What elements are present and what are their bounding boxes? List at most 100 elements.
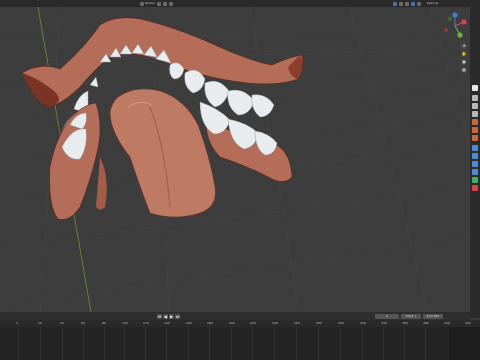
frame-gridline [383, 327, 384, 360]
frame-gridline [340, 327, 341, 360]
frame-gridline [425, 327, 426, 360]
start-value: 1 [414, 313, 417, 318]
frame-gridline [166, 327, 167, 360]
3d-viewport[interactable]: ⊕ ✋ ▣ ▦ [0, 7, 470, 318]
physics-tab[interactable] [472, 161, 478, 167]
orientation-icon [140, 1, 144, 6]
ruler-tick: 100 [122, 321, 128, 325]
jump-start-button[interactable]: ⏮ [157, 313, 162, 319]
constraints-tab[interactable] [472, 169, 478, 175]
hand-icon: ✋ [461, 51, 467, 56]
scene-tab[interactable] [472, 119, 478, 125]
ruler-tick: 380 [423, 321, 429, 325]
ruler-tick: 260 [294, 321, 300, 325]
xray-toggle[interactable] [398, 1, 403, 6]
playback-controls: ⏮ ◀ ▶ ⏭ 0 Start 1 End 250 [0, 312, 470, 320]
timeline-ruler[interactable]: 0 20 40 60 80 100 120 140 160 180 200 22… [0, 320, 480, 327]
frame-gridline [274, 327, 275, 360]
xray-icon [398, 1, 403, 6]
timeline-end-region [449, 327, 480, 360]
snap-toggle[interactable] [162, 1, 167, 6]
frame-gridline [40, 327, 41, 360]
navigation-gizmo[interactable] [440, 11, 470, 41]
current-frame-value: 0 [386, 313, 388, 318]
current-frame-field[interactable]: 0 [375, 313, 399, 319]
frame-gridline [318, 327, 319, 360]
start-label: Start [405, 313, 414, 318]
proportional-icon [168, 1, 173, 6]
options-dropdown[interactable]: Options [427, 1, 439, 6]
ruler-tick: 20 [38, 321, 42, 325]
frame-gridline [104, 327, 105, 360]
ruler-tick: 140 [164, 321, 170, 325]
end-frame-field[interactable]: End 250 [423, 313, 443, 319]
material-tab[interactable] [472, 185, 478, 191]
viewport-header: Global Options [0, 0, 480, 7]
frame-gridline [124, 327, 125, 360]
ruler-tick: 400 [444, 321, 450, 325]
frame-gridline [362, 327, 363, 360]
shading-solid-button[interactable] [404, 1, 409, 6]
proportional-edit-toggle[interactable] [168, 1, 173, 6]
pan-button[interactable]: ✋ [461, 51, 467, 57]
data-tab[interactable] [472, 177, 478, 183]
ruler-tick: 360 [402, 321, 408, 325]
play-reverse-button[interactable]: ◀ [163, 313, 168, 319]
frame-gridline [83, 327, 84, 360]
overlay-toggle[interactable] [392, 1, 397, 6]
zoom-button[interactable]: ⊕ [461, 43, 467, 49]
modifiers-tab[interactable] [472, 145, 478, 151]
particles-tab[interactable] [472, 153, 478, 159]
view-layer-tab[interactable] [472, 111, 478, 117]
orientation-label: Global [145, 1, 155, 5]
frame-gridline [145, 327, 146, 360]
frame-gridline [18, 327, 19, 360]
play-reverse-icon: ◀ [163, 313, 168, 319]
ruler-tick: 180 [207, 321, 213, 325]
overlay-icon [392, 1, 397, 6]
magnet-icon [162, 1, 167, 6]
world-tab[interactable] [472, 127, 478, 133]
transform-orientation-dropdown[interactable]: Global [140, 1, 155, 6]
play-icon: ▶ [169, 313, 174, 319]
render-tab[interactable] [472, 95, 478, 101]
ruler-tick: 200 [229, 321, 235, 325]
jump-end-icon: ⏭ [175, 313, 180, 319]
frame-gridline [188, 327, 189, 360]
frame-gridline [296, 327, 297, 360]
frame-gridline [62, 327, 63, 360]
ortho-toggle-button[interactable]: ▦ [461, 67, 467, 73]
material-shading-icon [410, 1, 415, 6]
ruler-tick: 0 [16, 321, 18, 325]
blender-window: Global Options ⊕ ✋ ▣ ▦ ⏮ ◀ ▶ ⏭ 0 Start 1… [0, 0, 480, 360]
pivot-dropdown[interactable] [156, 1, 161, 6]
axis-gizmo [444, 12, 467, 38]
start-frame-field[interactable]: Start 1 [401, 313, 421, 319]
viewport-canvas [0, 7, 470, 318]
zoom-icon: ⊕ [462, 43, 466, 48]
tool-tab[interactable] [472, 85, 478, 91]
object-tab[interactable] [472, 135, 478, 141]
options-label: Options [426, 1, 439, 5]
end-value: 250 [433, 313, 440, 318]
shading-material-button[interactable] [410, 1, 415, 6]
frame-gridline [231, 327, 232, 360]
frame-gridline [252, 327, 253, 360]
ruler-tick: 80 [102, 321, 106, 325]
camera-view-button[interactable]: ▣ [461, 59, 467, 65]
ruler-tick: 420 [465, 321, 471, 325]
timeline-keyframe-area[interactable] [0, 327, 480, 360]
ruler-tick: 320 [360, 321, 366, 325]
pivot-icon [156, 1, 161, 6]
ruler-tick: 120 [143, 321, 149, 325]
end-label: End [426, 313, 433, 318]
output-tab[interactable] [472, 103, 478, 109]
shading-rendered-button[interactable] [416, 1, 421, 6]
ruler-tick: 340 [381, 321, 387, 325]
jump-end-button[interactable]: ⏭ [175, 313, 180, 319]
play-button[interactable]: ▶ [169, 313, 174, 319]
ruler-tick: 40 [60, 321, 64, 325]
ruler-tick: 60 [81, 321, 85, 325]
ruler-tick: 160 [186, 321, 192, 325]
frame-gridline [404, 327, 405, 360]
